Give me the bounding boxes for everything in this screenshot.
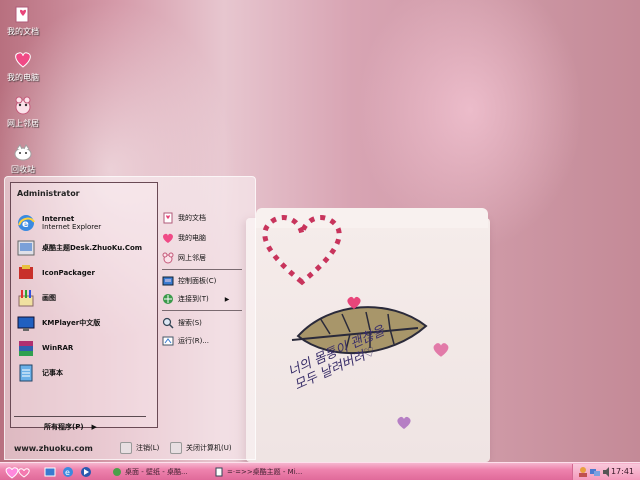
my-documents-icon: [163, 212, 173, 224]
program-title: 记事本: [42, 369, 63, 377]
desktop-icon-label: 回收站: [11, 165, 35, 174]
right-item-label: 搜索(S): [178, 319, 202, 327]
shutdown-label: 关闭计算机(U): [186, 444, 232, 452]
arrow-right-icon: ▶: [91, 423, 97, 431]
program-kmplayer[interactable]: KMPlayer中文版: [16, 312, 100, 334]
logoff-button[interactable]: 注销(L): [120, 441, 159, 455]
network-places-icon: [162, 252, 174, 264]
zhuoku-theme-icon: [17, 240, 35, 256]
pink-heart-icon: [347, 296, 361, 309]
task-button-label: =·=>>桌酷主题 - Mi...: [227, 468, 303, 476]
svg-text:e: e: [65, 468, 70, 477]
paint-icon: [18, 290, 34, 307]
right-item-label: 连接到(T): [178, 295, 209, 303]
all-programs-label: 所有程序(P): [44, 423, 84, 431]
program-internet-explorer[interactable]: e Internet Internet Explorer: [16, 212, 101, 234]
system-tray: 17:41: [572, 464, 640, 480]
network-places-icon: [15, 96, 31, 115]
tray-user-icon[interactable]: [577, 466, 589, 478]
arrow-right-icon: ▶: [224, 295, 230, 303]
control-panel-icon: [162, 276, 174, 286]
tray-network-icon[interactable]: [589, 466, 601, 478]
svg-text:e: e: [22, 219, 29, 230]
program-paint[interactable]: 画图: [16, 287, 56, 309]
program-winrar[interactable]: WinRAR: [16, 337, 73, 359]
internet-explorer-icon: e: [18, 215, 35, 231]
all-programs-button[interactable]: 所有程序(P) ▶: [44, 421, 97, 433]
task-button-browser[interactable]: 桌面 - 壁纸 - 桌酷...: [110, 465, 208, 479]
right-item-run[interactable]: 运行(R)...: [162, 334, 209, 348]
program-title: KMPlayer中文版: [42, 319, 101, 327]
run-icon: [162, 336, 174, 346]
program-title: IconPackager: [42, 269, 95, 277]
right-item-control-panel[interactable]: 控制面板(C): [162, 274, 216, 288]
right-column-divider: [162, 310, 242, 311]
desktop-icon-label: 网上邻居: [7, 119, 39, 128]
browser-icon: [113, 468, 121, 476]
program-subtitle: Internet Explorer: [42, 223, 102, 231]
shutdown-button[interactable]: 关闭计算机(U): [170, 441, 232, 455]
right-column-divider: [162, 269, 242, 270]
program-notepad[interactable]: 记事本: [16, 362, 63, 384]
start-menu-user-name: Administrator: [17, 189, 80, 198]
desktop-icon-network-places[interactable]: 网上邻居: [0, 96, 46, 129]
right-item-connect-to[interactable]: 连接到(T) ▶: [162, 292, 229, 306]
program-zhuoku-theme[interactable]: 桌酷主题Desk.ZhuoKu.Com: [16, 237, 142, 259]
power-icon: [170, 442, 182, 454]
right-item-label: 网上邻居: [178, 254, 206, 262]
iconpackager-icon: [19, 265, 33, 279]
logoff-icon: [120, 442, 132, 454]
right-item-label: 控制面板(C): [178, 277, 217, 285]
desktop-icon-label: 我的文档: [7, 27, 39, 36]
task-button-label: 桌面 - 壁纸 - 桌酷...: [125, 468, 188, 476]
show-desktop-icon[interactable]: [44, 466, 56, 478]
program-title: Internet: [42, 215, 75, 223]
right-item-my-documents[interactable]: 我的文档: [162, 211, 206, 225]
my-computer-icon: [15, 52, 31, 68]
right-item-search[interactable]: 搜索(S): [162, 316, 202, 330]
logoff-label: 注销(L): [136, 444, 160, 452]
taskbar: e 桌面 - 壁纸 - 桌酷... =·=>>桌酷主题 - Mi... 17:4…: [0, 462, 640, 480]
right-item-network-places[interactable]: 网上邻居: [162, 251, 206, 265]
program-title: 桌酷主题Desk.ZhuoKu.Com: [42, 244, 143, 252]
right-item-label: 我的电脑: [178, 234, 206, 242]
desktop-icon-label: 我的电脑: [7, 73, 39, 82]
document-icon: [215, 467, 223, 477]
task-button-document[interactable]: =·=>>桌酷主题 - Mi...: [212, 465, 316, 479]
notepad-icon: [19, 364, 33, 382]
program-iconpackager[interactable]: IconPackager: [16, 262, 95, 284]
winrar-icon: [19, 341, 33, 356]
program-title: WinRAR: [42, 344, 74, 352]
my-documents-icon: [15, 6, 29, 23]
site-url: www.zhuoku.com: [14, 444, 93, 453]
desktop-icon-recycle-bin[interactable]: 回收站: [0, 142, 46, 175]
right-item-my-computer[interactable]: 我的电脑: [162, 231, 206, 245]
heart-paperclip-icon: [262, 215, 342, 286]
internet-explorer-icon[interactable]: e: [62, 466, 74, 478]
kmplayer-icon: [17, 316, 35, 331]
my-computer-icon: [163, 233, 173, 243]
pink-heart-icon: [397, 416, 411, 429]
pink-heart-icon: [433, 343, 449, 357]
desktop-icon-my-computer[interactable]: 我的电脑: [0, 50, 46, 83]
recycle-bin-icon: [14, 144, 32, 161]
right-item-label: 运行(R)...: [178, 337, 210, 345]
all-programs-divider: [14, 416, 146, 417]
search-icon: [162, 317, 174, 329]
media-player-icon[interactable]: [80, 466, 92, 478]
start-button[interactable]: [2, 464, 34, 480]
taskbar-clock[interactable]: 17:41: [611, 467, 634, 476]
connect-to-icon: [163, 294, 173, 304]
right-item-label: 我的文档: [178, 214, 206, 222]
desktop-icon-my-documents[interactable]: 我的文档: [0, 4, 46, 37]
program-title: 画图: [42, 294, 56, 302]
